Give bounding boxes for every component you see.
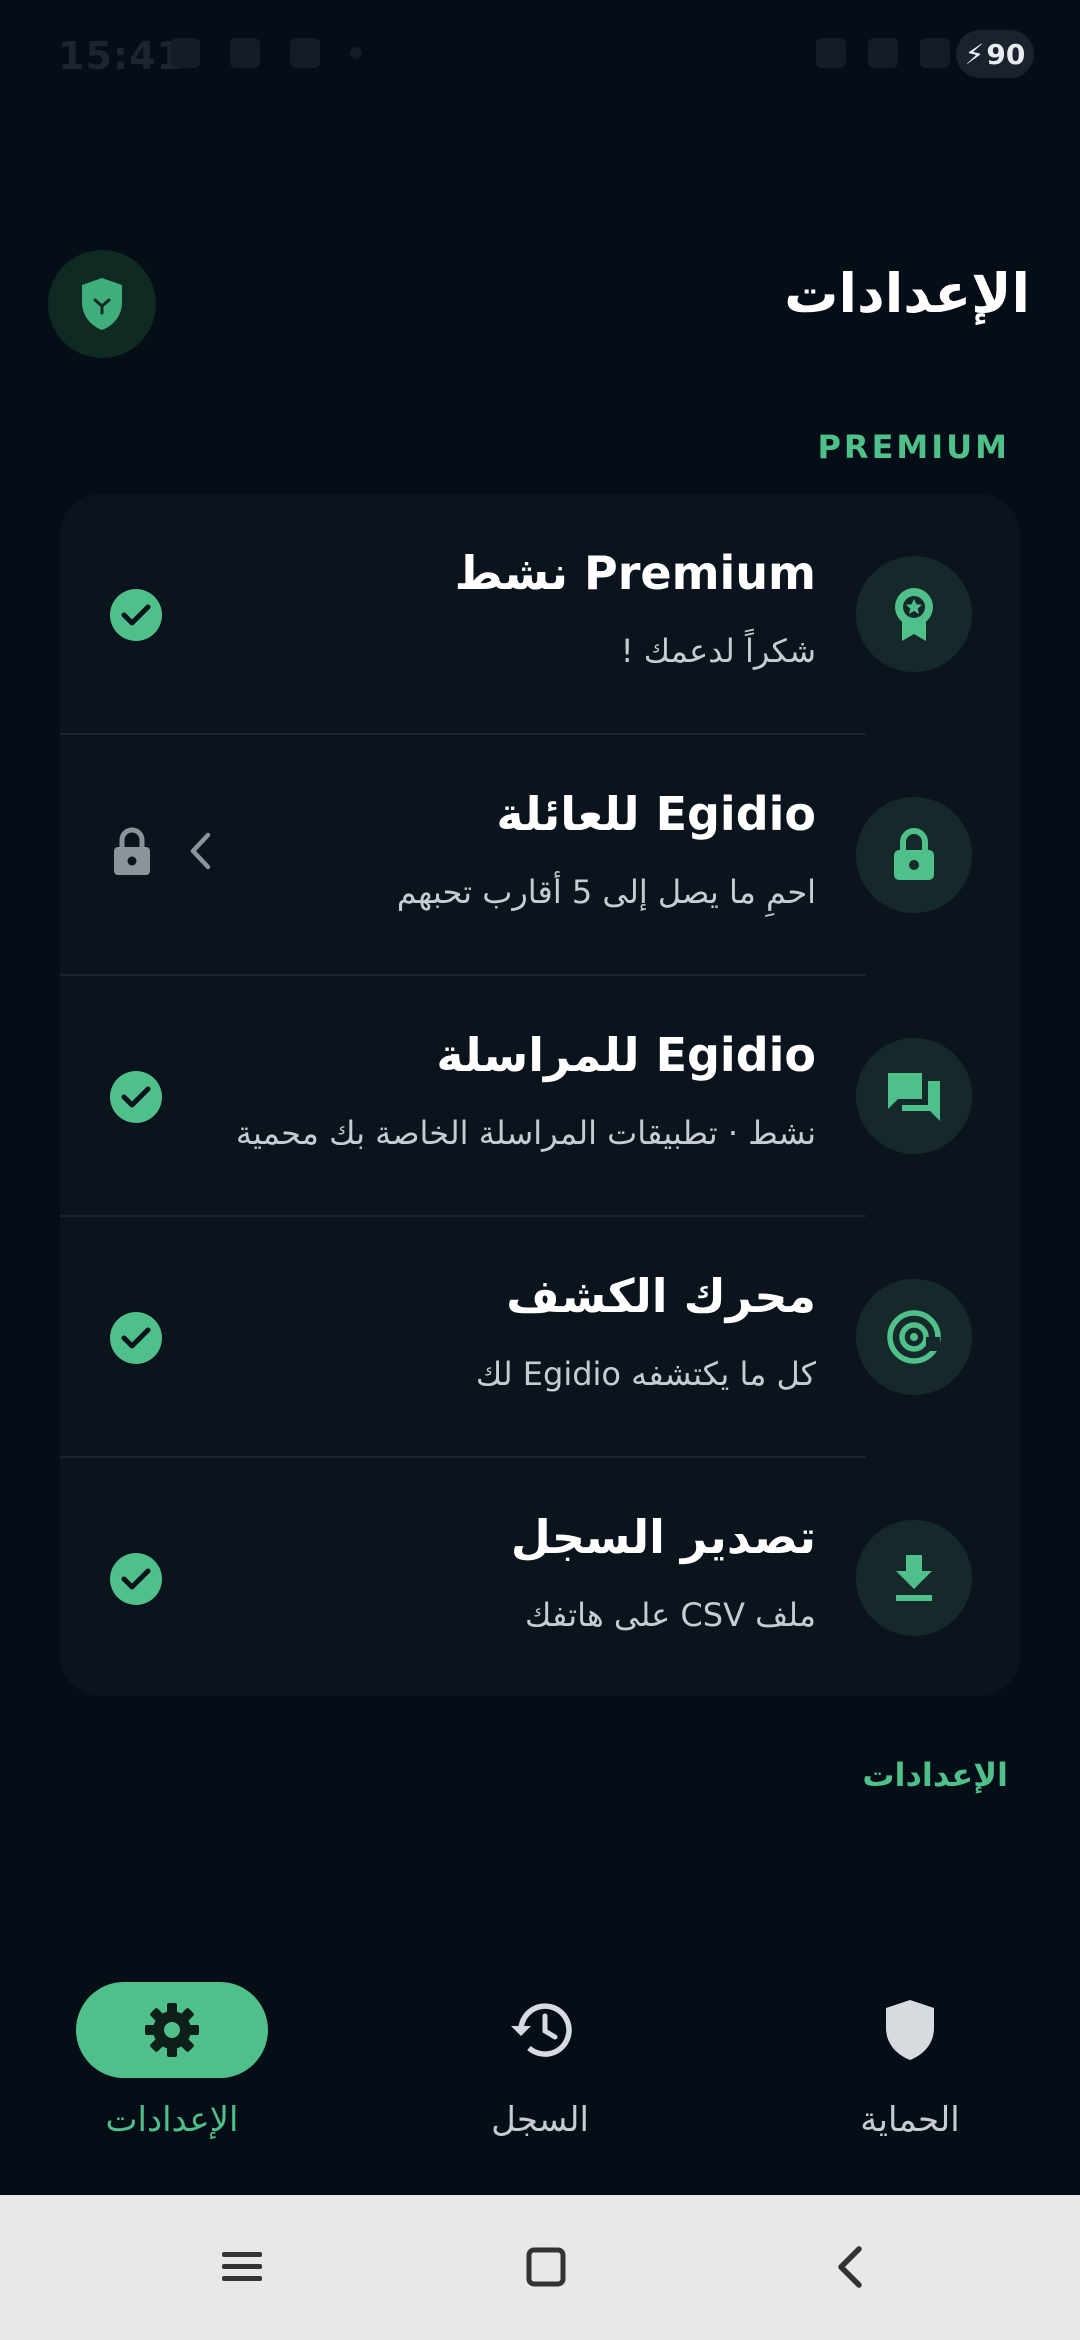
menu-icon [222, 2252, 262, 2281]
status-system-icons [816, 38, 950, 68]
premium-card: Premium نشط شكراً لدعمك ! Egidio للعائلة… [60, 494, 1020, 1696]
app-logo[interactable] [48, 250, 156, 358]
row-detection-engine[interactable]: محرك الكشف كل ما يكتشفه Egidio لك [60, 1217, 1020, 1458]
battery-indicator: ⚡ 90 [956, 30, 1034, 78]
cell-signal-icon [920, 38, 950, 68]
bottom-navigation: الإعدادات السجل الحماية [0, 1940, 1080, 2195]
nav-label-history: السجل [491, 2100, 589, 2140]
nav-item-settings[interactable]: الإعدادات [42, 1982, 302, 2182]
dot-icon [350, 47, 362, 59]
chevron-left-icon [188, 831, 212, 875]
row-subtitle: ملف CSV على هاتفك [525, 1596, 816, 1634]
award-star-icon [895, 588, 933, 641]
row-subtitle: نشط · تطبيقات المراسلة الخاصة بك محمية [235, 1114, 816, 1152]
settings-section-label: الإعدادات [862, 1756, 1008, 1794]
status-bar: 15:41 ⚡ 90 [0, 0, 1080, 110]
premium-section-label: PREMIUM [817, 428, 1010, 466]
back-chevron-icon [838, 2246, 862, 2288]
row-icon-wrap [856, 1279, 972, 1395]
check-circle-icon [110, 1312, 162, 1364]
nav-pill [814, 1982, 1006, 2078]
history-icon [511, 2003, 572, 2057]
system-navigation-bar [0, 2195, 1080, 2340]
row-icon-wrap [856, 797, 972, 913]
battery-level: 90 [986, 37, 1026, 71]
status-notification-icons [170, 38, 362, 68]
chat-icon [888, 1073, 940, 1121]
nav-label-protection: الحماية [860, 2100, 960, 2140]
gear-icon [145, 2003, 199, 2057]
shield-status-icon [230, 38, 260, 68]
charging-bolt-icon: ⚡ [964, 37, 985, 71]
row-title: Egidio للمراسلة [436, 1028, 816, 1082]
row-icon-wrap [856, 1520, 972, 1636]
square-icon [526, 2247, 566, 2287]
signal-status-icon [290, 38, 320, 68]
row-title: تصدير السجل [510, 1510, 816, 1564]
page-title: الإعدادات [784, 262, 1030, 325]
settings-screen: 15:41 ⚡ 90 الإعدادات PREMIUM Premium نشط… [0, 0, 1080, 2340]
screenshot-icon [170, 38, 200, 68]
row-icon-wrap [856, 1038, 972, 1154]
nav-label-settings: الإعدادات [105, 2100, 239, 2140]
home-button[interactable] [514, 2235, 578, 2299]
back-button[interactable] [818, 2235, 882, 2299]
nav-pill-active [76, 1982, 268, 2078]
check-circle-icon [110, 1071, 162, 1123]
locked-icon [112, 827, 152, 881]
row-egidio-family[interactable]: Egidio للعائلة احمِ ما يصل إلى 5 أقارب ت… [60, 735, 1020, 976]
row-title: Egidio للعائلة [496, 787, 816, 841]
recents-button[interactable] [210, 2235, 274, 2299]
row-premium-active[interactable]: Premium نشط شكراً لدعمك ! [60, 494, 1020, 735]
status-time: 15:41 [58, 34, 184, 78]
row-egidio-messaging[interactable]: Egidio للمراسلة نشط · تطبيقات المراسلة ا… [60, 976, 1020, 1217]
nav-item-protection[interactable]: الحماية [780, 1982, 1040, 2182]
row-icon-wrap [856, 556, 972, 672]
check-circle-icon [110, 589, 162, 641]
nav-item-history[interactable]: السجل [410, 1982, 670, 2182]
row-title: Premium نشط [454, 546, 816, 600]
check-circle-icon [110, 1553, 162, 1605]
hotspot-icon [816, 38, 846, 68]
nav-pill [444, 1982, 636, 2078]
shield-icon [886, 2000, 934, 2060]
row-subtitle: كل ما يكتشفه Egidio لك [475, 1355, 816, 1393]
row-subtitle: شكراً لدعمك ! [620, 632, 816, 670]
row-subtitle: احمِ ما يصل إلى 5 أقارب تحبهم [396, 873, 816, 911]
shield-logo-icon [82, 278, 122, 330]
wifi-icon [868, 38, 898, 68]
at-target-icon [887, 1310, 941, 1364]
row-title: محرك الكشف [506, 1269, 816, 1323]
download-icon [896, 1555, 932, 1601]
row-export-log[interactable]: تصدير السجل ملف CSV على هاتفك [60, 1458, 1020, 1699]
lock-icon [894, 828, 934, 880]
